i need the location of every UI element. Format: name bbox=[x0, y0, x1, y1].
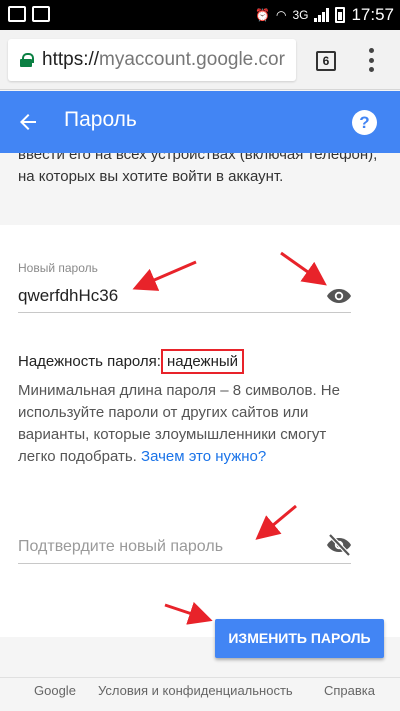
url-scheme: https:// bbox=[42, 49, 100, 70]
status-time: 17:57 bbox=[351, 5, 394, 24]
alarm-icon: ⏰ bbox=[255, 8, 270, 22]
page-title: Пароль bbox=[64, 108, 137, 131]
password-help-text: Минимальная длина пароля – 8 символов. Н… bbox=[18, 380, 348, 468]
overflow-menu-icon[interactable] bbox=[368, 48, 374, 72]
status-bar: ⏰ ◠ 3G 17:57 bbox=[0, 0, 400, 30]
footer-link-terms[interactable]: Условия и конфиденциальность bbox=[98, 683, 293, 698]
address-bar[interactable]: https:// myaccount.google.cor bbox=[8, 39, 296, 81]
back-arrow-icon[interactable] bbox=[16, 110, 40, 134]
new-password-input[interactable]: qwerfdhHc36 bbox=[18, 286, 118, 306]
intro-text: ввести его на всех устройствах (включая … bbox=[18, 153, 378, 185]
help-icon[interactable]: ? bbox=[352, 110, 377, 135]
app-bar: Пароль ? bbox=[0, 91, 400, 153]
signal-icon bbox=[314, 8, 330, 22]
footer-link-google[interactable]: Google bbox=[34, 683, 76, 698]
change-password-button[interactable]: ИЗМЕНИТЬ ПАРОЛЬ bbox=[215, 619, 384, 658]
notification-icons bbox=[8, 6, 50, 22]
footer: Google Условия и конфиденциальность Спра… bbox=[0, 677, 400, 711]
tab-switcher-button[interactable]: 6 bbox=[316, 51, 336, 71]
footer-link-help[interactable]: Справка bbox=[324, 683, 375, 698]
strength-value: надежный bbox=[160, 349, 245, 374]
confirm-password-underline bbox=[18, 563, 351, 564]
new-password-underline bbox=[18, 312, 351, 313]
password-strength: Надежность пароля: надежный bbox=[18, 349, 245, 374]
strength-label: Надежность пароля: bbox=[18, 353, 161, 370]
lock-icon bbox=[20, 53, 34, 67]
hide-password-eye-off-icon[interactable] bbox=[326, 534, 352, 556]
main-content: ввести его на всех устройствах (включая … bbox=[0, 153, 400, 677]
browser-toolbar: https:// myaccount.google.cor 6 bbox=[0, 30, 400, 90]
image-notification-icon bbox=[32, 6, 50, 22]
why-link[interactable]: Зачем это нужно? bbox=[141, 448, 266, 465]
url-host: myaccount.google.cor bbox=[99, 49, 285, 70]
battery-icon bbox=[335, 7, 346, 23]
show-password-eye-icon[interactable] bbox=[326, 288, 352, 304]
network-type-label: 3G bbox=[292, 8, 309, 22]
gallery-notification-icon bbox=[8, 6, 26, 22]
wifi-icon: ◠ bbox=[275, 8, 287, 22]
password-form-card: Новый пароль qwerfdhHc36 Надежность паро… bbox=[0, 225, 400, 637]
new-password-label: Новый пароль bbox=[18, 261, 98, 275]
confirm-password-input[interactable]: Подтвердите новый пароль bbox=[18, 538, 223, 556]
